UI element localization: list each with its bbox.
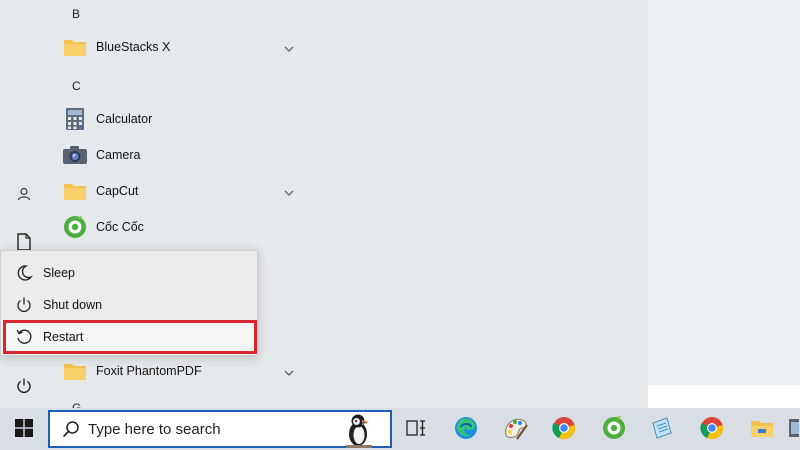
task-view-icon: [406, 419, 426, 440]
start-button[interactable]: [0, 408, 48, 450]
shut-down-menu-item[interactable]: Shut down: [5, 290, 255, 320]
document-icon: [16, 233, 32, 251]
task-view-button[interactable]: [396, 412, 436, 446]
chevron-down-icon: [284, 185, 294, 199]
folder-icon: [62, 34, 88, 60]
camera-icon: [62, 142, 88, 168]
user-icon: [16, 186, 32, 202]
app-label: Camera: [96, 148, 141, 162]
taskbar: Type here to search: [0, 408, 800, 450]
letter-header-b[interactable]: B: [72, 7, 80, 21]
edge-icon: [453, 415, 479, 444]
power-icon: [15, 377, 33, 395]
search-placeholder: Type here to search: [88, 420, 221, 438]
chevron-down-icon: [284, 365, 294, 379]
file-explorer-icon: [749, 416, 775, 443]
desktop-strip: [648, 385, 800, 408]
chrome-taskbar-button[interactable]: [544, 412, 584, 446]
power-button[interactable]: [8, 370, 40, 402]
coccoc-icon: [62, 214, 88, 240]
notepad-taskbar-button[interactable]: [642, 412, 682, 446]
desktop-background: [648, 0, 800, 385]
letter-header-g[interactable]: G: [72, 401, 81, 408]
paint-icon: [503, 415, 529, 444]
restart-icon: [13, 326, 35, 348]
search-icon: [60, 418, 82, 440]
app-item-bluestacks-x[interactable]: BlueStacks X: [58, 31, 308, 63]
shut-down-label: Shut down: [43, 298, 103, 312]
app-item-calculator[interactable]: Calculator: [58, 103, 308, 135]
app-label: Calculator: [96, 112, 153, 126]
folder-icon: [62, 178, 88, 204]
app-item-camera[interactable]: Camera: [58, 139, 308, 171]
taskbar-search-box[interactable]: Type here to search: [48, 410, 392, 448]
app-label: Foxit PhantomPDF: [96, 364, 202, 378]
sleep-menu-item[interactable]: Sleep: [5, 258, 255, 288]
user-account-button[interactable]: [8, 178, 40, 210]
app-item-foxit-phantompdf[interactable]: Foxit PhantomPDF: [58, 355, 308, 387]
app-icon: [785, 416, 799, 443]
notepad-icon: [649, 415, 675, 444]
app-label: Cốc Cốc: [96, 220, 144, 234]
app-item-capcut[interactable]: CapCut: [58, 175, 308, 207]
restart-label: Restart: [43, 330, 84, 344]
power-options-menu: Sleep Shut down Restart: [0, 250, 258, 356]
chrome-icon: [699, 415, 725, 444]
file-explorer-taskbar-button[interactable]: [742, 412, 782, 446]
puffin-illustration-icon: [338, 412, 382, 448]
letter-header-c[interactable]: C: [72, 79, 81, 93]
chevron-down-icon: [284, 41, 294, 55]
sleep-label: Sleep: [43, 266, 75, 280]
edge-taskbar-button[interactable]: [446, 412, 486, 446]
restart-menu-item[interactable]: Restart: [3, 320, 257, 354]
app-label: CapCut: [96, 184, 139, 198]
windows-logo-icon: [15, 418, 33, 440]
chrome-icon: [551, 415, 577, 444]
calculator-icon: [62, 106, 88, 132]
power-icon: [13, 294, 35, 316]
taskbar-overflow-app[interactable]: [784, 412, 800, 446]
chrome-taskbar-button-2[interactable]: [692, 412, 732, 446]
coccoc-taskbar-button[interactable]: [594, 412, 634, 446]
app-item-coccoc[interactable]: Cốc Cốc: [58, 211, 308, 243]
paint-taskbar-button[interactable]: [496, 412, 536, 446]
folder-icon: [62, 358, 88, 384]
app-label: BlueStacks X: [96, 40, 171, 54]
moon-icon: [13, 262, 35, 284]
coccoc-icon: [601, 415, 627, 444]
